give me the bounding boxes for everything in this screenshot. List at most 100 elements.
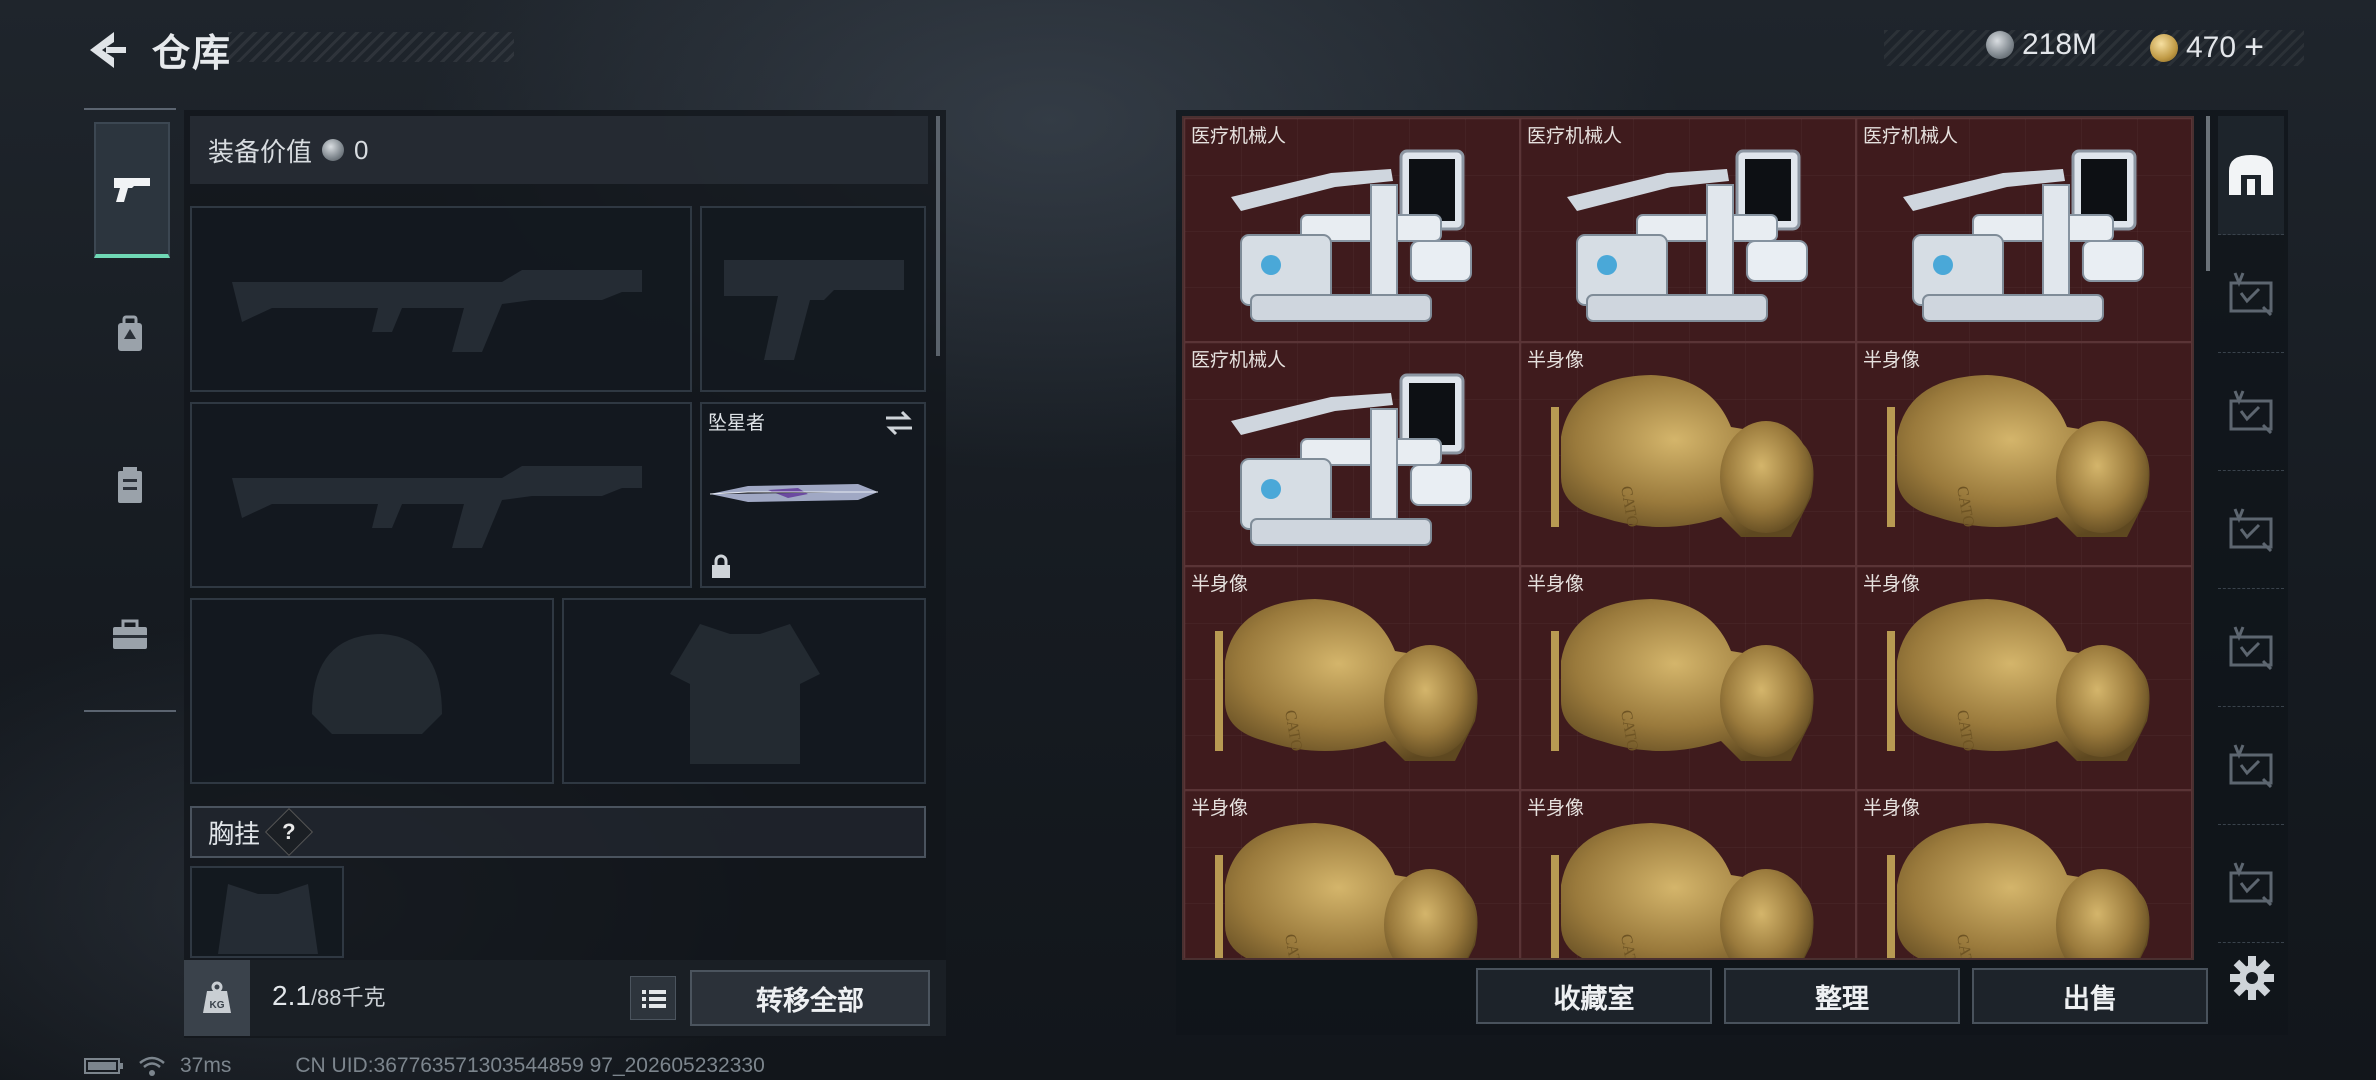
back-button[interactable] — [84, 28, 130, 72]
chest-rig-slot[interactable] — [190, 866, 344, 958]
scrollbar[interactable] — [2206, 116, 2210, 271]
item-bust[interactable]: CATO 半身像 — [1184, 566, 1520, 790]
rifle-silhouette-icon — [232, 466, 642, 548]
tab-storage-4[interactable] — [2218, 588, 2284, 707]
bronze-bust-icon: CATO — [1215, 823, 1478, 958]
silver-coin-icon — [1986, 31, 2014, 59]
bronze-bust-icon: CATO — [1887, 599, 2150, 761]
equipment-value-bar: 装备价值 0 — [190, 116, 928, 184]
item-medical-robot[interactable]: 医疗机械人 — [1856, 118, 2192, 342]
rifle-silhouette-icon — [232, 270, 642, 352]
weight-current: 2.1 — [272, 980, 311, 1011]
wifi-icon — [139, 1056, 165, 1076]
body-armor-slot[interactable] — [562, 598, 926, 784]
storage-box-icon — [2229, 390, 2273, 435]
item-medical-robot[interactable]: 医疗机械人 — [1184, 118, 1520, 342]
sell-button[interactable]: 出售 — [1972, 968, 2208, 1024]
scrollbar[interactable] — [936, 116, 940, 356]
pistol-silhouette-icon — [724, 260, 904, 360]
nav-weapons[interactable] — [94, 122, 170, 258]
item-label: 半身像 — [1191, 798, 1249, 819]
item-bust[interactable]: CATO 半身像 — [1520, 790, 1856, 958]
tab-storage-6[interactable] — [2218, 824, 2284, 943]
primary-weapon-slot-1[interactable] — [190, 206, 692, 392]
item-label: 医疗机械人 — [1191, 126, 1287, 147]
nav-backpack[interactable] — [94, 270, 166, 400]
item-bust[interactable]: CATO 半身像 — [1184, 790, 1520, 958]
item-label: 半身像 — [1191, 574, 1249, 595]
back-arrow-icon — [90, 32, 126, 68]
item-medical-robot[interactable]: 医疗机械人 — [1184, 342, 1520, 566]
silver-amount: 218M — [2022, 28, 2098, 61]
item-bust[interactable]: CATO 半身像 — [1856, 342, 2192, 566]
item-label: 半身像 — [1863, 798, 1921, 819]
medical-robot-icon — [1231, 373, 1472, 546]
transfer-all-button[interactable]: 转移全部 — [690, 970, 930, 1026]
list-icon — [642, 990, 666, 1008]
helmet-slot[interactable] — [190, 598, 554, 784]
pistol-icon — [114, 178, 150, 202]
nav-toolbox[interactable] — [94, 570, 166, 700]
tab-storage-2[interactable] — [2218, 352, 2284, 471]
bronze-bust-icon: CATO — [1551, 823, 1814, 958]
silver-coin-icon — [322, 139, 345, 161]
list-view-button[interactable] — [630, 976, 676, 1020]
gold-coin-icon — [2150, 33, 2178, 62]
title-decoration — [228, 32, 514, 62]
item-label: 医疗机械人 — [1527, 126, 1623, 147]
help-button[interactable]: ? — [264, 807, 314, 857]
bronze-bust-icon: CATO — [1551, 375, 1814, 537]
storage-box-icon — [2229, 272, 2273, 317]
sidearm-slot[interactable] — [700, 206, 926, 392]
gold-add-icon[interactable]: + — [2244, 28, 2264, 67]
medical-robot-icon — [1903, 149, 2144, 322]
item-label: 半身像 — [1527, 574, 1585, 595]
weight-readout: 2.1/88千克 — [272, 980, 386, 1012]
weight-max: /88 — [310, 985, 342, 1010]
item-bust[interactable]: CATO 半身像 — [1520, 566, 1856, 790]
lock-icon — [712, 554, 730, 578]
tab-storage-3[interactable] — [2218, 470, 2284, 589]
organize-button[interactable]: 整理 — [1724, 968, 1960, 1024]
weight-unit: 千克 — [341, 985, 386, 1010]
tab-home[interactable] — [2218, 116, 2284, 235]
page-title: 仓库 — [152, 33, 233, 75]
tab-storage-5[interactable] — [2218, 706, 2284, 825]
nav-armor[interactable] — [94, 420, 166, 550]
item-label: 半身像 — [1863, 574, 1921, 595]
storage-box-icon — [2229, 744, 2273, 789]
swap-icon[interactable] — [882, 410, 916, 436]
item-label: 半身像 — [1527, 350, 1585, 371]
battery-icon — [84, 1058, 123, 1074]
medical-robot-icon — [1231, 149, 1472, 322]
user-uid: CN UID:367763571303544859 97_20260523233… — [295, 1054, 765, 1077]
storage-grid: 医疗机械人 医疗机械人 医疗机械人 医疗机械人 CATO 半身像 CATO 半身… — [1182, 116, 2194, 960]
equipment-value: 0 — [354, 134, 369, 165]
item-bust[interactable]: CATO 半身像 — [1520, 342, 1856, 566]
gold-amount: 470 — [2186, 30, 2237, 64]
item-label: 医疗机械人 — [1191, 350, 1287, 371]
armor-vest-icon — [118, 467, 142, 503]
collection-room-button[interactable]: 收藏室 — [1476, 968, 1712, 1024]
settings-button[interactable] — [2226, 952, 2278, 1004]
knife-icon — [709, 484, 878, 502]
status-bar: 37ms CN UID:367763571303544859 97_202605… — [84, 1054, 765, 1078]
silver-currency: 218M — [1986, 28, 2097, 62]
tab-storage-1[interactable] — [2218, 234, 2284, 353]
medical-robot-icon — [1567, 149, 1808, 322]
svg-text:KG: KG — [210, 1000, 225, 1011]
chest-rig-label: 胸挂 — [208, 818, 261, 849]
gold-currency[interactable]: 470 + — [2150, 28, 2264, 67]
melee-slot[interactable]: 坠星者 — [700, 402, 926, 588]
toolbox-icon — [113, 619, 147, 649]
storage-box-icon — [2229, 626, 2273, 671]
equipment-value-label: 装备价值 — [208, 136, 313, 167]
ping-readout: 37ms — [180, 1054, 232, 1077]
gear-icon — [2230, 956, 2274, 1000]
item-bust[interactable]: CATO 半身像 — [1856, 566, 2192, 790]
item-bust[interactable]: CATO 半身像 — [1856, 790, 2192, 958]
helmet-silhouette-icon — [312, 634, 442, 734]
bronze-bust-icon: CATO — [1551, 599, 1814, 761]
item-medical-robot[interactable]: 医疗机械人 — [1520, 118, 1856, 342]
primary-weapon-slot-2[interactable] — [190, 402, 692, 588]
